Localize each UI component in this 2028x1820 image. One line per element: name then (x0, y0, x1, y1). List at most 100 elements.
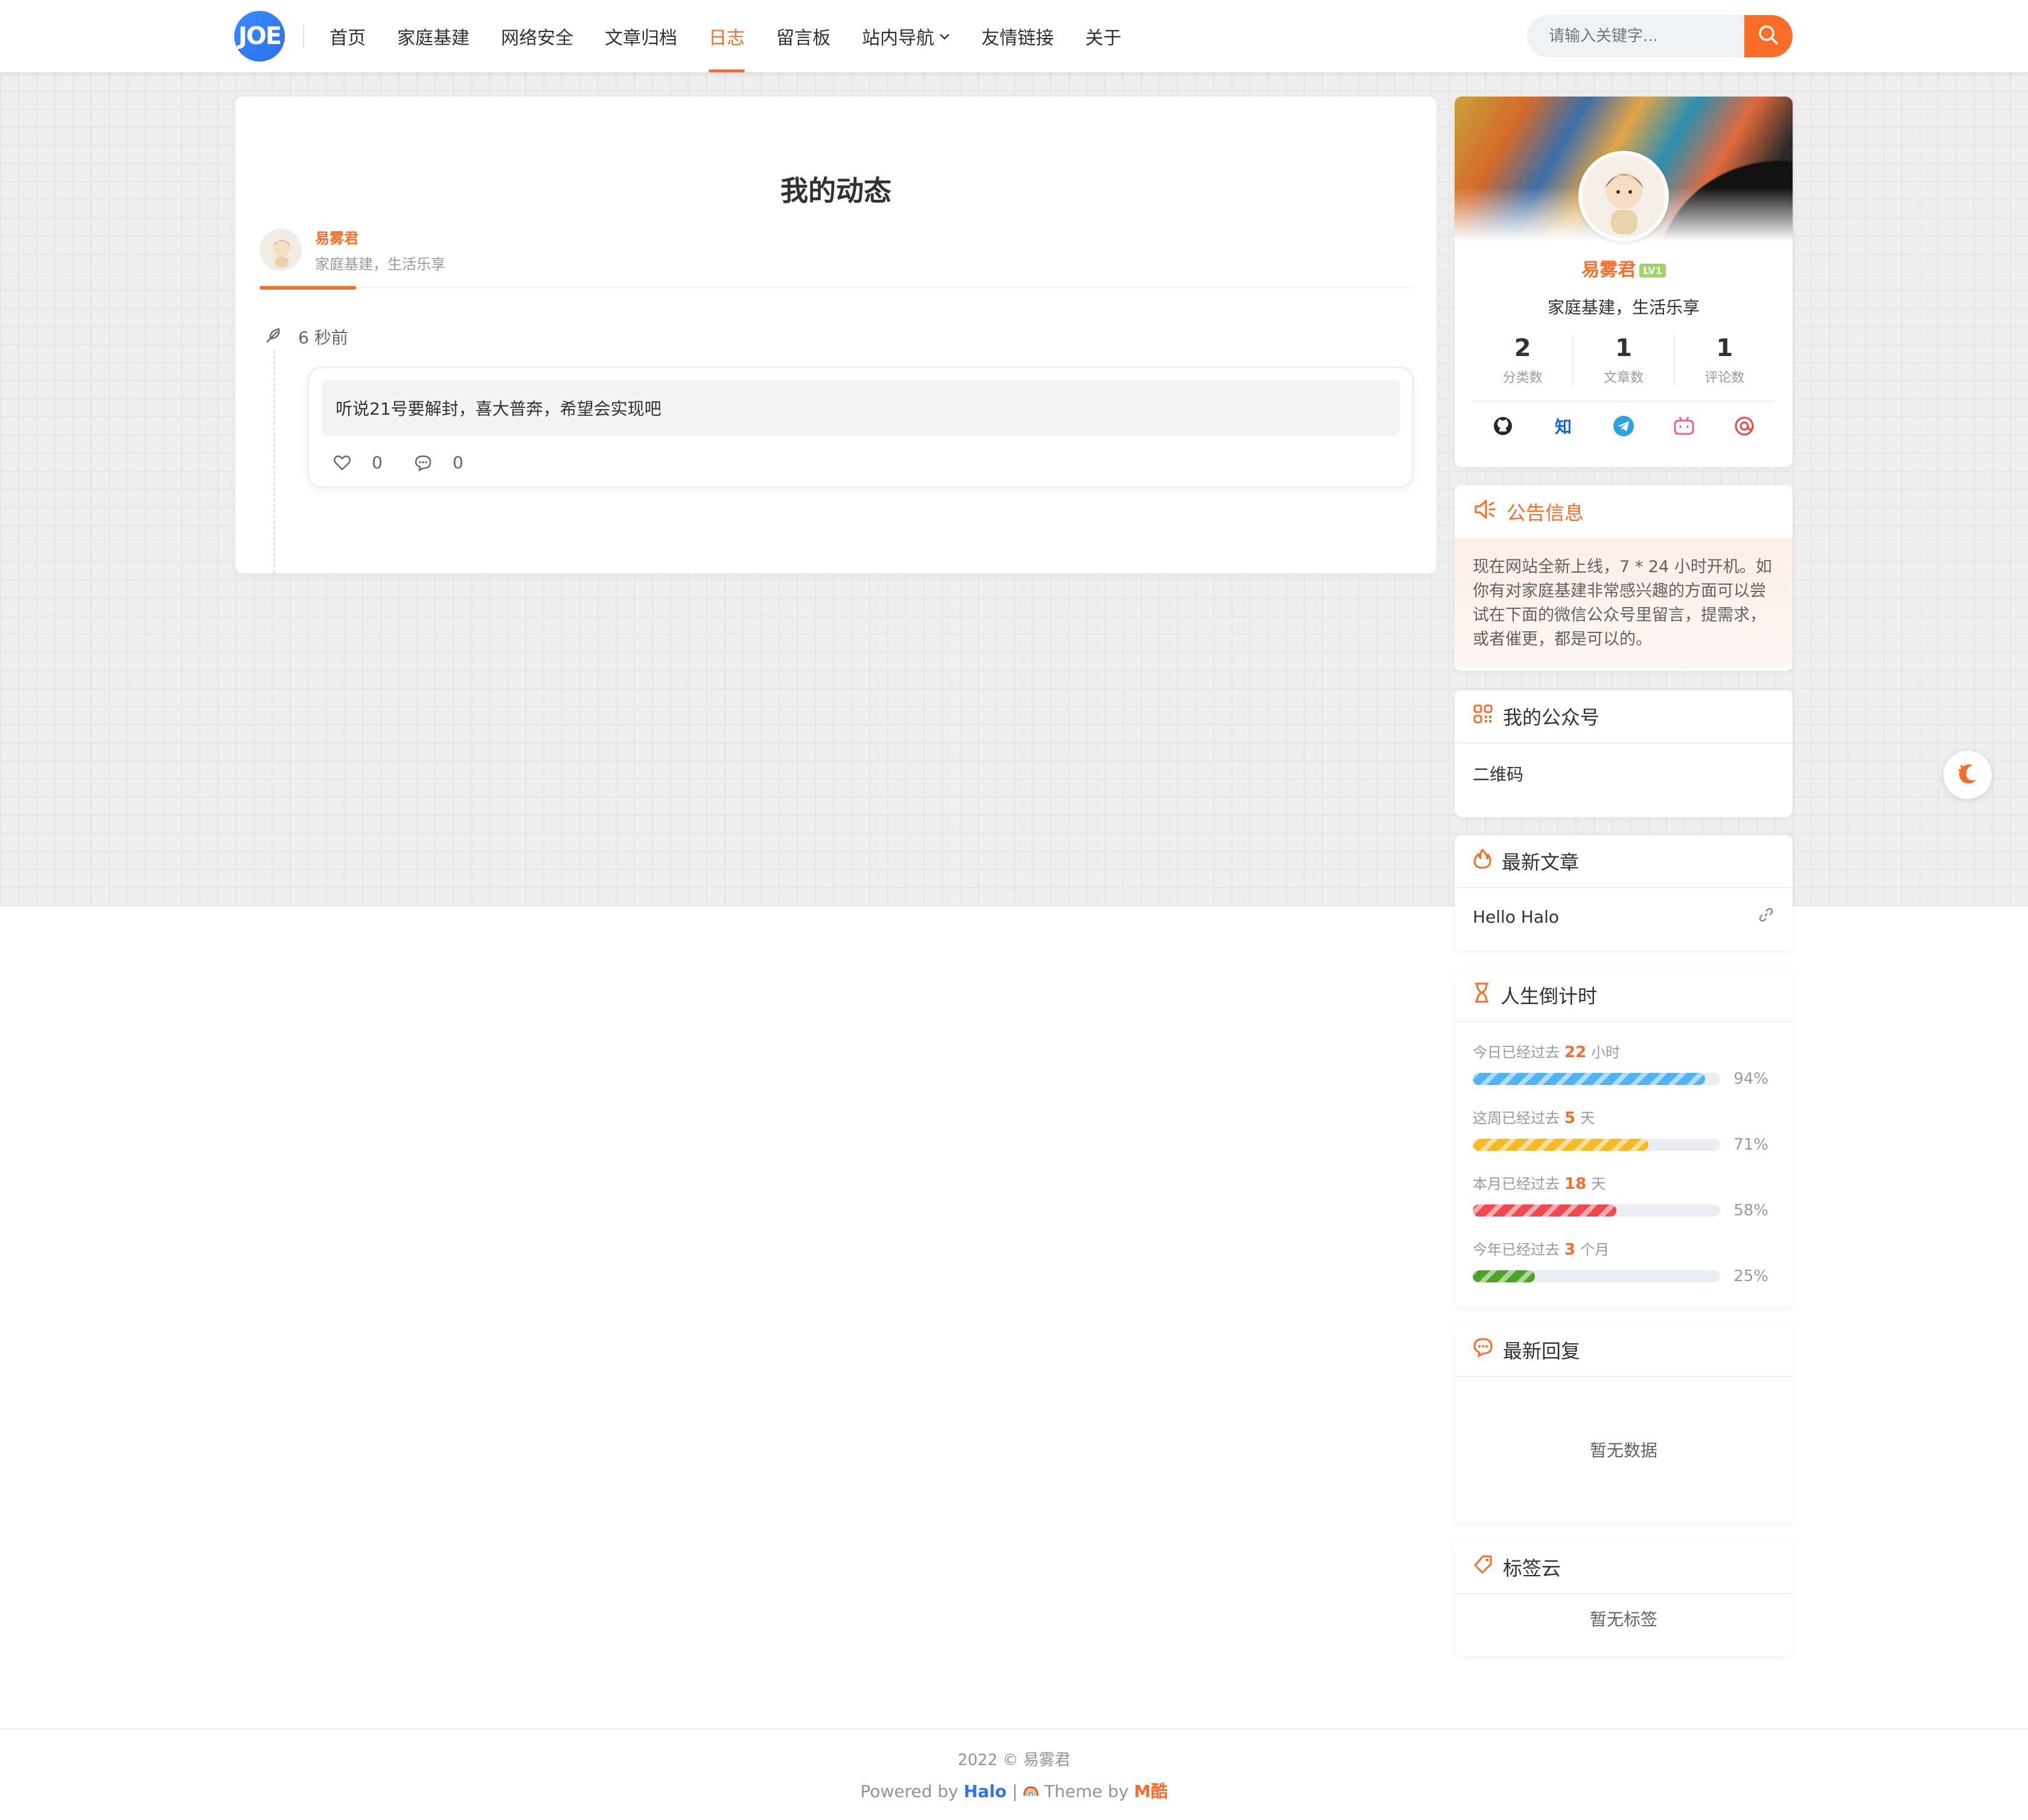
progress-percent: 71% (1733, 1136, 1768, 1154)
nav-item-site-nav[interactable]: 站内导航 (846, 0, 966, 72)
like-count: 0 (372, 453, 383, 472)
timeline-line (273, 350, 275, 573)
countdown-card: 人生倒计时 今日已经过去 22 小时 94% 这周已经过去 5 天 71% 本月已经过去… (1455, 969, 1793, 1307)
email-icon[interactable] (1732, 414, 1756, 438)
latest-post-item[interactable]: Hello Halo (1455, 888, 1793, 946)
stat-articles[interactable]: 1 文章数 (1574, 334, 1675, 386)
nav-item-archives[interactable]: 文章归档 (589, 0, 693, 72)
author-info: 易雾君 家庭基建，生活乐享 (260, 226, 445, 273)
wechat-card: 我的公众号 二维码 (1455, 690, 1793, 817)
rainbow-icon (1023, 1781, 1044, 1801)
countdown-item: 这周已经过去 5 天 71% (1473, 1106, 1774, 1154)
footer-copyright: 2022 © 易雾君 (957, 1751, 1071, 1769)
nav-item-network-security[interactable]: 网络安全 (485, 0, 589, 72)
tags-empty-state: 暂无标签 (1589, 1609, 1657, 1629)
countdown-bar-row: 58% (1473, 1201, 1774, 1220)
progress-fill (1473, 1139, 1649, 1151)
search-box (1527, 15, 1793, 57)
countdown-unit: 小时 (1591, 1044, 1621, 1061)
tag-cloud-title: 标签云 (1503, 1557, 1561, 1580)
logo-divider (303, 24, 304, 48)
chevron-down-icon (939, 29, 950, 44)
countdown-label: 本月已经过去 18 天 (1473, 1172, 1774, 1193)
dark-mode-toggle[interactable] (1944, 751, 1992, 799)
tag-cloud-card: 标签云 暂无标签 (1455, 1541, 1793, 1656)
author-name[interactable]: 易雾君 (315, 226, 445, 247)
hourglass-icon (1473, 982, 1500, 1008)
stat-categories[interactable]: 2 分类数 (1473, 334, 1574, 386)
author-avatar[interactable] (260, 229, 302, 271)
latest-posts-header: 最新文章 (1455, 835, 1793, 888)
stat-value: 1 (1615, 334, 1632, 362)
progress-track (1473, 1270, 1720, 1282)
notice-header: 公告信息 (1455, 485, 1793, 538)
countdown-label: 这周已经过去 5 天 (1473, 1106, 1774, 1127)
countdown-prefix: 本月已经过去 (1473, 1176, 1560, 1192)
chat-icon (1473, 1337, 1503, 1363)
countdown-value: 3 (1564, 1241, 1576, 1259)
search-input[interactable] (1527, 15, 1744, 57)
link-icon (1758, 906, 1774, 928)
countdown-unit: 天 (1591, 1176, 1606, 1192)
countdown-list: 今日已经过去 22 小时 94% 这周已经过去 5 天 71% 本月已经过去 18 天 58… (1455, 1022, 1793, 1303)
like-button[interactable]: 0 (333, 453, 398, 472)
progress-percent: 94% (1733, 1070, 1768, 1088)
bilibili-icon[interactable] (1672, 414, 1696, 438)
progress-percent: 25% (1733, 1267, 1768, 1285)
theme-author-link[interactable]: M酷 (1134, 1781, 1168, 1801)
countdown-item: 今日已经过去 22 小时 94% (1473, 1040, 1774, 1088)
qrcode-icon (1473, 704, 1503, 729)
stat-value: 1 (1716, 334, 1733, 362)
moment-time-row: 6 秒前 (264, 325, 348, 349)
site-logo[interactable]: JOE (234, 11, 285, 62)
countdown-label: 今年已经过去 3 个月 (1473, 1238, 1774, 1259)
search-button[interactable] (1744, 15, 1793, 57)
latest-posts-card: 最新文章 Hello Halo (1455, 835, 1793, 951)
moment-item: 听说21号要解封，喜大普奔，希望会实现吧 0 0 (308, 367, 1414, 488)
wechat-title: 我的公众号 (1503, 706, 1600, 729)
page-footer: 2022 © 易雾君 Powered by Halo | Theme by M酷 (0, 1728, 2028, 1820)
latest-replies-header: 最新回复 (1455, 1324, 1793, 1377)
heart-icon (333, 454, 356, 471)
progress-track (1473, 1139, 1720, 1151)
social-links: 知 (1473, 401, 1774, 438)
comment-button[interactable]: 0 (414, 453, 479, 472)
nav-item-journal[interactable]: 日志 (693, 0, 760, 72)
progress-fill (1473, 1073, 1706, 1085)
nav-item-friend-links[interactable]: 友情链接 (966, 0, 1070, 72)
moment-actions: 0 0 (333, 453, 495, 472)
countdown-prefix: 今年已经过去 (1473, 1241, 1560, 1258)
moment-time: 6 秒前 (298, 328, 348, 348)
progress-fill (1473, 1204, 1616, 1217)
theme-by-label: Theme by (1044, 1781, 1129, 1801)
feather-icon (264, 325, 298, 349)
profile-name[interactable]: 易雾君 (1581, 259, 1636, 281)
countdown-value: 22 (1564, 1043, 1587, 1061)
nav-item-home[interactable]: 首页 (314, 0, 381, 72)
telegram-icon[interactable] (1612, 414, 1636, 438)
countdown-bar-row: 71% (1473, 1136, 1774, 1154)
latest-posts-title: 最新文章 (1502, 851, 1580, 874)
profile-motto: 家庭基建，生活乐享 (1547, 298, 1700, 317)
latest-post-title[interactable]: Hello Halo (1473, 907, 1559, 927)
stat-label: 评论数 (1704, 371, 1745, 386)
comment-count: 0 (452, 453, 464, 472)
nav-item-home-infra[interactable]: 家庭基建 (381, 0, 485, 72)
halo-link[interactable]: Halo (964, 1781, 1007, 1801)
footer-credits: Powered by Halo | Theme by M酷 (0, 1778, 2028, 1802)
profile-avatar[interactable] (1578, 151, 1669, 241)
notice-body: 现在网站全新上线，7 * 24 小时开机。如你有对家庭基建非常感兴趣的方面可以尝… (1455, 538, 1793, 669)
fire-icon (1473, 848, 1502, 874)
speaker-icon (1473, 497, 1507, 526)
stat-comments[interactable]: 1 评论数 (1675, 334, 1774, 386)
nav-item-guestbook[interactable]: 留言板 (760, 0, 846, 72)
stat-label: 文章数 (1603, 371, 1644, 386)
github-icon[interactable] (1491, 414, 1515, 438)
powered-by-label: Powered by (860, 1781, 958, 1801)
main-nav: 首页 家庭基建 网络安全 文章归档 日志 留言板 站内导航 友情链接 关于 (314, 0, 1137, 72)
nav-item-about[interactable]: 关于 (1070, 0, 1137, 72)
stat-value: 2 (1514, 334, 1531, 362)
zhihu-icon[interactable]: 知 (1551, 414, 1575, 438)
moment-content: 听说21号要解封，喜大普奔，希望会实现吧 (321, 380, 1400, 436)
progress-fill (1473, 1270, 1535, 1282)
